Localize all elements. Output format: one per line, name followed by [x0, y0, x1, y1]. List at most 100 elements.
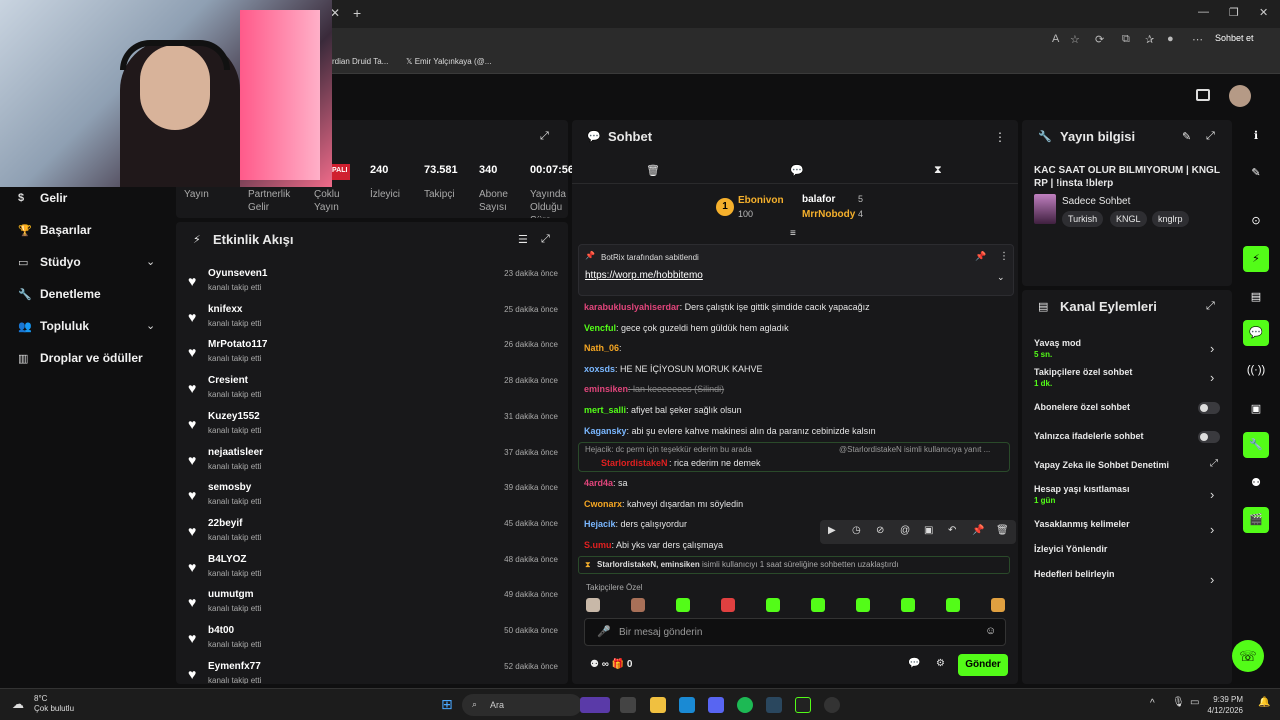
sidebar-item-basarilar[interactable]: 🏆 Başarılar	[18, 223, 91, 237]
chat-username[interactable]: S.umu	[584, 540, 612, 550]
channel-action-label[interactable]: Takipçilere özel sohbet	[1034, 367, 1132, 377]
chat-message[interactable]: 4ard4a: sa	[584, 478, 628, 488]
chat-bubble-icon[interactable]: 💬	[790, 164, 804, 177]
chevron-down-icon[interactable]: ⌄	[146, 255, 155, 268]
channel-action-label[interactable]: Yapay Zeka ile Sohbet Denetimi	[1034, 460, 1169, 470]
help-button[interactable]: ☏	[1232, 640, 1264, 672]
expand-icon[interactable]: ⤢	[540, 130, 549, 143]
emote-icon[interactable]	[946, 598, 960, 612]
chat-username[interactable]: Cwonarx	[584, 499, 622, 509]
undo-icon[interactable]: ↶	[948, 525, 956, 536]
clapper-icon[interactable]: 🎬	[1243, 507, 1269, 533]
taskbar-app-icon[interactable]	[620, 697, 636, 713]
copilot-button[interactable]: Sohbet et	[1215, 33, 1254, 43]
chat-message[interactable]: Cwonarx: kahveyi dışardan mı söyledin	[584, 499, 743, 509]
info-icon[interactable]: ℹ	[1243, 123, 1269, 149]
mic-icon[interactable]: 🎤	[597, 625, 611, 638]
bookmark-item[interactable]: 𝕏 Emir Yalçınkaya (@...	[406, 57, 491, 66]
chat-bubble-icon[interactable]: 💬	[908, 658, 920, 669]
emote-icon[interactable]	[991, 598, 1005, 612]
favorites-icon[interactable]: ✰	[1145, 33, 1154, 46]
chat-username[interactable]: mert_salli	[584, 405, 626, 415]
chevron-up-icon[interactable]: ^	[1150, 698, 1155, 709]
chat-username[interactable]: Kagansky	[584, 426, 627, 436]
read-aloud-icon[interactable]: A	[1052, 33, 1059, 45]
chat-username[interactable]: eminsiken	[584, 384, 628, 394]
more-icon[interactable]: ⋯	[1192, 33, 1203, 46]
list-item[interactable]: ♥ MrPotato117 kanalı takip etti 26 dakika ö…	[186, 338, 558, 374]
chat-message[interactable]: xoxsds: HE NE İÇİYOSUN MORUK KAHVE	[584, 364, 763, 374]
kick-app-icon[interactable]	[795, 697, 811, 713]
community-icon[interactable]: ⚉	[1243, 470, 1269, 496]
category-name[interactable]: Sadece Sohbet	[1062, 196, 1130, 207]
list-item[interactable]: ♥ semosby kanalı takip etti 39 dakika önce	[186, 481, 558, 517]
chat-username[interactable]: Vencful	[584, 323, 616, 333]
emote-icon[interactable]	[631, 598, 645, 612]
channel-points[interactable]: ⚉ ∞ 🎁 0	[590, 659, 632, 670]
leader-name[interactable]: Ebonivon	[738, 195, 784, 206]
channel-action-label[interactable]: Yasaklanmış kelimeler	[1034, 519, 1130, 529]
chat-message[interactable]: S.umu: Abi yks var ders çalışmaya	[584, 540, 723, 550]
emote-icon[interactable]	[721, 598, 735, 612]
chevron-right-icon[interactable]: ›	[1210, 522, 1214, 537]
list-item[interactable]: ♥ b4t00 kanalı takip etti 50 dakika önce	[186, 624, 558, 660]
profile-icon[interactable]: ●	[1167, 33, 1174, 45]
taskbar-clock[interactable]: 9:39 PM 4/12/2026	[1203, 694, 1243, 716]
bolt-icon[interactable]: ⚡	[1243, 246, 1269, 272]
sidebar-item-denetleme[interactable]: 🔧 Denetleme	[18, 287, 101, 301]
tag[interactable]: knglrp	[1152, 211, 1189, 227]
send-button[interactable]: Gönder	[958, 654, 1008, 676]
toggle-switch[interactable]	[1198, 402, 1220, 414]
emote-icon[interactable]	[766, 598, 780, 612]
leader-name[interactable]: MrrNobody	[802, 209, 855, 220]
minimize-icon[interactable]: —	[1198, 6, 1209, 18]
mic-icon[interactable]: 🎙	[1172, 697, 1185, 708]
emoji-icon[interactable]: ☺	[985, 625, 996, 637]
emote-icon[interactable]	[586, 598, 600, 612]
leader-name[interactable]: balafor	[802, 194, 835, 205]
wrench-icon[interactable]: 🔧	[1243, 432, 1269, 458]
favorite-star-icon[interactable]: ☆	[1070, 33, 1080, 46]
chat-message[interactable]: karabukluslyahiserdar: Ders çalıştık işe…	[584, 302, 870, 312]
chevron-right-icon[interactable]: ›	[1210, 370, 1214, 385]
chevron-down-icon[interactable]: ⌄	[146, 319, 155, 332]
ban-icon[interactable]: ⊘	[876, 525, 884, 536]
channel-action-label[interactable]: Hesap yaşı kısıtlaması	[1034, 484, 1130, 494]
emote-icon[interactable]	[856, 598, 870, 612]
broadcast-icon[interactable]: ((·))	[1243, 358, 1269, 384]
studio-preview-icon[interactable]	[1196, 89, 1210, 101]
chat-message[interactable]: eminsiken: lan keeeeeees (Silindi)	[584, 384, 724, 394]
list-item[interactable]: ♥ Cresient kanalı takip etti 28 dakika önce	[186, 374, 558, 410]
folder-icon[interactable]	[650, 697, 666, 713]
document-icon[interactable]: ▤	[1243, 284, 1269, 310]
channel-action-label[interactable]: Yavaş mod	[1034, 338, 1081, 348]
discord-icon[interactable]	[708, 697, 724, 713]
sidebar-item-topluluk[interactable]: 👥 Topluluk	[18, 319, 89, 333]
tag[interactable]: KNGL	[1110, 211, 1147, 227]
chat-username[interactable]: 4ard4a	[584, 478, 613, 488]
chat-message[interactable]: Hejacik: ders çalışıyordur	[584, 519, 687, 529]
reply-user[interactable]: StarlordistakeN	[601, 458, 668, 468]
list-item[interactable]: ♥ 22beyif kanalı takip etti 45 dakika önce	[186, 517, 558, 553]
list-item[interactable]: ♥ Oyunseven1 kanalı takip etti 23 dakika ön…	[186, 267, 558, 303]
pin-icon[interactable]: 📌	[975, 251, 986, 262]
taskbar-search[interactable]: ⌕ Ara	[462, 694, 582, 716]
bookmark-item[interactable]: rdian Druid Ta...	[332, 57, 388, 66]
close-window-icon[interactable]: ✕	[1259, 6, 1268, 19]
channel-action-label[interactable]: Abonelere özel sohbet	[1034, 402, 1130, 412]
expand-icon[interactable]: ⤢	[541, 233, 550, 246]
list-item[interactable]: ♥ Eymenfx77 kanalı takip etti 52 dakika önc…	[186, 660, 558, 684]
edit-icon[interactable]: ✎	[1182, 130, 1191, 143]
chat-message[interactable]: mert_salli: afiyet bal şeker sağlık olsu…	[584, 405, 742, 415]
chevron-right-icon[interactable]: ›	[1210, 487, 1214, 502]
trash-icon[interactable]: 🗑	[646, 164, 660, 177]
chat-message[interactable]: Nath_06:	[584, 343, 622, 353]
panel-icon[interactable]: ▣	[1243, 396, 1269, 422]
sidebar-item-gelir[interactable]: $ Gelir	[18, 191, 67, 205]
chevron-right-icon[interactable]: ›	[1210, 341, 1214, 356]
channel-action-label[interactable]: Yalnızca ifadelerle sohbet	[1034, 431, 1144, 441]
chat-username[interactable]: Hejacik	[584, 519, 616, 529]
weather-widget[interactable]: 8°C Çok bulutlu	[34, 694, 74, 714]
emote-icon[interactable]	[676, 598, 690, 612]
expand-icon[interactable]: ⤢	[1206, 130, 1215, 143]
